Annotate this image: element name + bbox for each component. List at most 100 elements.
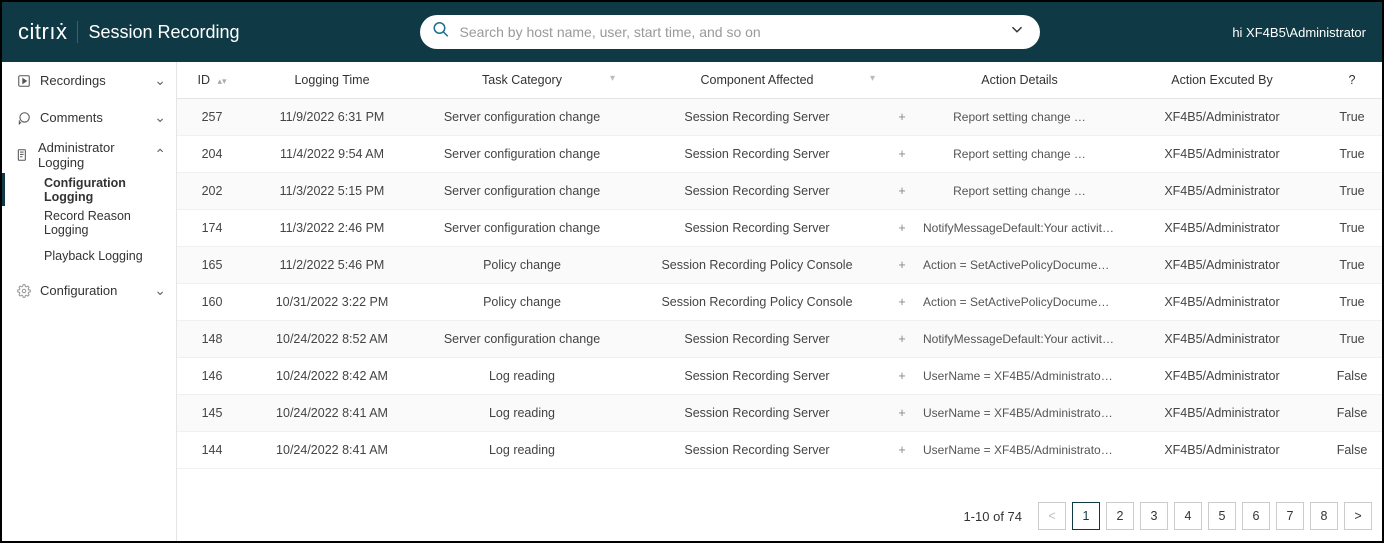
expand-row-icon[interactable]: + <box>887 406 917 420</box>
cell-id: 145 <box>177 406 247 420</box>
expand-row-icon[interactable]: + <box>887 295 917 309</box>
cell-comp: Session Recording Policy Console <box>627 295 887 309</box>
search-wrap <box>420 15 1040 49</box>
cell-exec: XF4B5/Administrator <box>1122 184 1322 198</box>
page-2[interactable]: 2 <box>1106 502 1134 530</box>
cell-action: Report setting change … <box>917 110 1122 124</box>
col-header-comp[interactable]: Component Affected ▾ <box>627 73 887 87</box>
subnav-playback-logging[interactable]: Playback Logging <box>2 239 176 272</box>
cell-exec: XF4B5/Administrator <box>1122 295 1322 309</box>
col-header-exec[interactable]: Action Excuted By <box>1122 73 1322 87</box>
app-title: Session Recording <box>88 22 239 43</box>
cell-time: 10/24/2022 8:52 AM <box>247 332 417 346</box>
cell-comp: Session Recording Server <box>627 443 887 457</box>
cell-time: 11/3/2022 5:15 PM <box>247 184 417 198</box>
subnav-configuration-logging[interactable]: Configuration Logging <box>2 173 176 206</box>
subnav-record-reason-logging[interactable]: Record Reason Logging <box>2 206 176 239</box>
col-header-time[interactable]: Logging Time <box>247 73 417 87</box>
table-row[interactable]: 14810/24/2022 8:52 AMServer configuratio… <box>177 321 1382 358</box>
cell-task: Log reading <box>417 443 627 457</box>
sidebar-item-label: Administrator Logging <box>38 140 146 170</box>
cell-id: 202 <box>177 184 247 198</box>
sort-icon: ▴▾ <box>217 76 226 86</box>
cell-action: Action = SetActivePolicyDocument … <box>917 295 1122 309</box>
cell-id: 148 <box>177 332 247 346</box>
sidebar-item-comments[interactable]: Comments ⌄ <box>2 99 176 136</box>
expand-row-icon[interactable]: + <box>887 332 917 346</box>
cell-action: NotifyMessageDefault:Your activity with … <box>917 332 1122 346</box>
expand-row-icon[interactable]: + <box>887 184 917 198</box>
expand-row-icon[interactable]: + <box>887 443 917 457</box>
sidebar: Recordings ⌄ Comments ⌄ Administrator Lo… <box>2 62 177 541</box>
table-row[interactable]: 17411/3/2022 2:46 PMServer configuration… <box>177 210 1382 247</box>
table-row[interactable]: 16010/31/2022 3:22 PMPolicy changeSessio… <box>177 284 1382 321</box>
cell-time: 10/31/2022 3:22 PM <box>247 295 417 309</box>
page-7[interactable]: 7 <box>1276 502 1304 530</box>
subnav-label: Configuration Logging <box>44 176 176 204</box>
page-prev[interactable]: < <box>1038 502 1066 530</box>
expand-row-icon[interactable]: + <box>887 221 917 235</box>
expand-row-icon[interactable]: + <box>887 147 917 161</box>
col-header-id[interactable]: ID ▴▾ <box>177 73 247 87</box>
cell-id: 160 <box>177 295 247 309</box>
table-row[interactable]: 14510/24/2022 8:41 AMLog readingSession … <box>177 395 1382 432</box>
page-8[interactable]: 8 <box>1310 502 1338 530</box>
chevron-down-icon: ⌄ <box>154 72 166 89</box>
filter-icon[interactable]: ▾ <box>870 73 875 84</box>
cell-time: 10/24/2022 8:41 AM <box>247 443 417 457</box>
page-4[interactable]: 4 <box>1174 502 1202 530</box>
chevron-down-icon: ⌄ <box>154 109 166 126</box>
cell-task: Server configuration change <box>417 221 627 235</box>
col-header-task[interactable]: Task Category ▾ <box>417 73 627 87</box>
cell-q: True <box>1322 184 1382 198</box>
col-header-action[interactable]: Action Details <box>917 73 1122 87</box>
cell-comp: Session Recording Server <box>627 147 887 161</box>
cell-exec: XF4B5/Administrator <box>1122 369 1322 383</box>
chevron-down-icon[interactable] <box>1008 21 1026 44</box>
table-row[interactable]: 16511/2/2022 5:46 PMPolicy changeSession… <box>177 247 1382 284</box>
cell-task: Server configuration change <box>417 332 627 346</box>
cell-exec: XF4B5/Administrator <box>1122 443 1322 457</box>
cell-q: True <box>1322 110 1382 124</box>
cell-time: 11/4/2022 9:54 AM <box>247 147 417 161</box>
table-header: ID ▴▾ Logging Time Task Category ▾ Compo… <box>177 62 1382 99</box>
cell-exec: XF4B5/Administrator <box>1122 332 1322 346</box>
subnav-label: Record Reason Logging <box>44 209 176 237</box>
filter-icon[interactable]: ▾ <box>610 73 615 84</box>
content-area: ID ▴▾ Logging Time Task Category ▾ Compo… <box>177 62 1382 541</box>
cell-q: True <box>1322 221 1382 235</box>
cell-comp: Session Recording Server <box>627 332 887 346</box>
cell-exec: XF4B5/Administrator <box>1122 258 1322 272</box>
cell-time: 11/9/2022 6:31 PM <box>247 110 417 124</box>
table-row[interactable]: 14410/24/2022 8:41 AMLog readingSession … <box>177 432 1382 469</box>
col-header-q[interactable]: ? <box>1322 73 1382 87</box>
table-row[interactable]: 20411/4/2022 9:54 AMServer configuration… <box>177 136 1382 173</box>
page-next[interactable]: > <box>1344 502 1372 530</box>
page-5[interactable]: 5 <box>1208 502 1236 530</box>
cell-q: True <box>1322 332 1382 346</box>
sidebar-item-recordings[interactable]: Recordings ⌄ <box>2 62 176 99</box>
table-row[interactable]: 20211/3/2022 5:15 PMServer configuration… <box>177 173 1382 210</box>
table-row[interactable]: 14610/24/2022 8:42 AMLog readingSession … <box>177 358 1382 395</box>
expand-row-icon[interactable]: + <box>887 258 917 272</box>
expand-row-icon[interactable]: + <box>887 110 917 124</box>
search-box[interactable] <box>420 15 1040 49</box>
cell-q: True <box>1322 147 1382 161</box>
sidebar-item-configuration[interactable]: Configuration ⌄ <box>2 272 176 309</box>
cell-action: NotifyMessageDefault:Your activity with … <box>917 221 1122 235</box>
table-row[interactable]: 25711/9/2022 6:31 PMServer configuration… <box>177 99 1382 136</box>
page-1[interactable]: 1 <box>1072 502 1100 530</box>
page-6[interactable]: 6 <box>1242 502 1270 530</box>
cell-q: True <box>1322 258 1382 272</box>
cell-time: 10/24/2022 8:41 AM <box>247 406 417 420</box>
cell-id: 144 <box>177 443 247 457</box>
cell-action: UserName = XF4B5/Administrator… <box>917 406 1122 420</box>
cell-task: Policy change <box>417 258 627 272</box>
sidebar-item-admin-logging[interactable]: Administrator Logging ⌃ <box>2 136 176 173</box>
search-input[interactable] <box>460 24 1000 40</box>
expand-row-icon[interactable]: + <box>887 369 917 383</box>
page-3[interactable]: 3 <box>1140 502 1168 530</box>
gear-icon <box>16 283 32 299</box>
admin-log-subnav: Configuration Logging Record Reason Logg… <box>2 173 176 272</box>
cell-comp: Session Recording Policy Console <box>627 258 887 272</box>
